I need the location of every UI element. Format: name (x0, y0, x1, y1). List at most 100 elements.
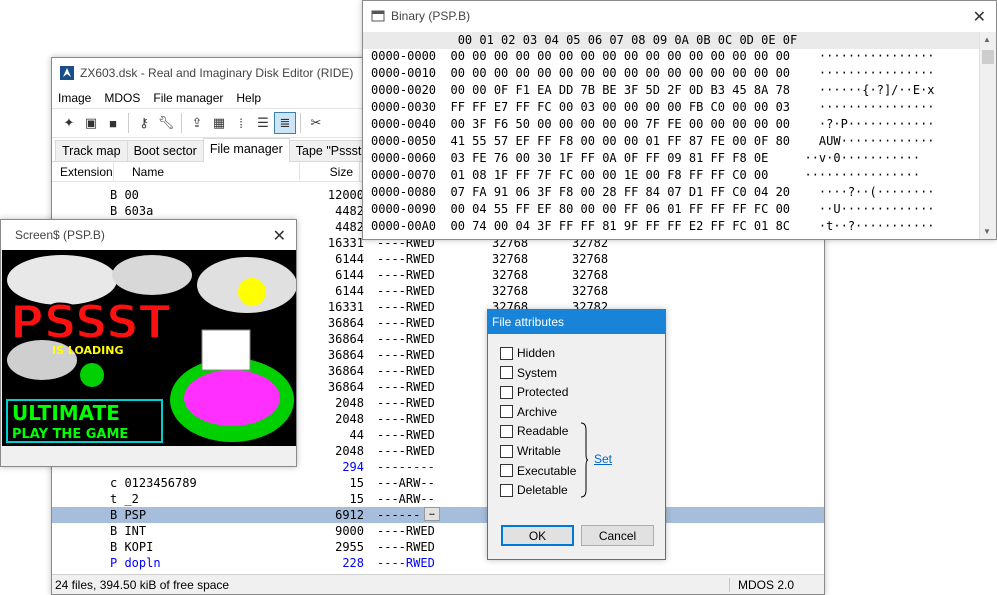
new-image-icon[interactable]: ✦ (58, 112, 80, 134)
menu-mdos[interactable]: MDOS (104, 91, 140, 105)
checkbox-box[interactable] (500, 385, 513, 399)
file-attributes: ----RWED (377, 396, 435, 410)
file-name: P dopln (110, 556, 161, 570)
toolbar-separator (181, 113, 182, 133)
file-size: 36864 (327, 316, 364, 330)
column-size[interactable]: Size (300, 162, 360, 181)
file-param-a: 32768 (492, 268, 529, 282)
binary-window-title: Binary (PSP.B) (391, 9, 471, 23)
close-icon[interactable]: ✕ (273, 226, 286, 246)
file-attributes: ---ARW-- (377, 476, 435, 490)
checkbox-label: Readable (517, 424, 569, 439)
checkbox-deletable[interactable]: Deletable (500, 483, 568, 497)
ok-button[interactable]: OK (501, 525, 574, 546)
file-size: 294 (342, 460, 364, 474)
binary-window: Binary (PSP.B) ✕ 00 01 02 03 04 05 06 07… (362, 0, 997, 240)
checkbox-system[interactable]: System (500, 366, 557, 380)
edit-attributes-button[interactable]: … (424, 507, 440, 521)
file-size: 36864 (327, 348, 364, 362)
hex-row[interactable]: 0000-0060 03 FE 76 00 30 1F FF 0A 0F FF … (363, 150, 981, 167)
hex-row[interactable]: 0000-0030 FF FF E7 FF FC 00 03 00 00 00 … (363, 99, 981, 116)
file-attributes: ----RWED (377, 364, 435, 378)
column-extension[interactable]: Extension (52, 162, 114, 181)
checkbox-readable[interactable]: Readable (500, 424, 568, 438)
checkbox-box[interactable] (500, 405, 513, 419)
cancel-button[interactable]: Cancel (581, 525, 654, 546)
checkbox-box[interactable] (500, 424, 513, 438)
table-row[interactable]: c 0123456789 15 ---ARW-- (52, 475, 824, 491)
file-size: 2048 (335, 412, 364, 426)
scroll-down-icon[interactable]: ▼ (983, 227, 991, 236)
hex-row[interactable]: 0000-0040 00 3F F6 50 00 00 00 00 00 7F … (363, 116, 981, 133)
set-link[interactable]: Set (594, 452, 612, 466)
checkbox-box[interactable] (500, 464, 513, 478)
save-icon[interactable]: ■ (102, 112, 124, 134)
close-icon[interactable]: ✕ (973, 7, 986, 27)
screen-titlebar[interactable]: Screen$ (PSP.B) ✕ (1, 220, 296, 263)
vertical-scrollbar[interactable]: ▲ ▼ (979, 32, 996, 239)
table-row[interactable]: B PSP 6912 ------… (52, 507, 824, 523)
file-attributes: ----RWED (377, 316, 435, 330)
checkbox-writable[interactable]: Writable (500, 444, 561, 458)
file-size: 228 (342, 556, 364, 570)
table-row[interactable]: P dopln 228 ----RWED (52, 555, 824, 571)
checkbox-protected[interactable]: Protected (500, 385, 568, 399)
checkbox-box[interactable] (500, 483, 513, 497)
checkbox-box[interactable] (500, 346, 513, 360)
hex-view[interactable]: 0000-0000 00 00 00 00 00 00 00 00 00 00 … (363, 48, 981, 235)
menu-help[interactable]: Help (236, 91, 261, 105)
hex-row[interactable]: 0000-0090 00 04 55 FF EF 80 00 00 FF 06 … (363, 201, 981, 218)
hex-row[interactable]: 0000-0080 07 FA 91 06 3F F8 00 28 FF 84 … (363, 184, 981, 201)
file-attributes: ----RWED (377, 556, 435, 570)
tab-file-manager[interactable]: File manager (202, 138, 290, 162)
checkbox-label: Archive (517, 404, 558, 419)
checkbox-label: System (517, 365, 558, 380)
file-param-a: 32768 (492, 284, 529, 298)
file-attributes: ----RWED (377, 444, 435, 458)
menu-file-manager[interactable]: File manager (153, 91, 223, 105)
file-size: 4482 (335, 204, 364, 218)
binary-titlebar[interactable]: Binary (PSP.B) ✕ (363, 1, 996, 31)
checkbox-box[interactable] (500, 366, 513, 380)
file-name: B INT (110, 524, 147, 538)
hex-row[interactable]: 0000-0020 00 00 0F F1 EA DD 7B BE 3F 5D … (363, 82, 981, 99)
checkbox-executable[interactable]: Executable (500, 464, 576, 478)
view-small-icons-icon[interactable]: ⁞ (230, 112, 252, 134)
tab-track-map[interactable]: Track map (55, 140, 128, 161)
checkbox-archive[interactable]: Archive (500, 405, 557, 419)
cut-icon[interactable]: ✂ (305, 112, 327, 134)
dialog-title: File attributes (488, 310, 665, 334)
scroll-up-icon[interactable]: ▲ (983, 35, 991, 44)
hex-row[interactable]: 0000-00A0 00 74 00 04 3F FF FF 81 9F FF … (363, 218, 981, 235)
statusbar: 24 files, 394.50 kiB of free space MDOS … (52, 574, 824, 594)
file-param-b: 32768 (572, 284, 609, 298)
view-details-icon[interactable]: ≣ (274, 112, 296, 134)
hex-row[interactable]: 0000-0070 01 08 1F FF 7F FC 00 00 1E 00 … (363, 167, 981, 184)
checkbox-box[interactable] (500, 444, 513, 458)
loading-screen-image: PSSST IS LOADING ULTIMATE PLAY THE GAME (2, 250, 296, 446)
scrollbar-thumb[interactable] (982, 50, 994, 64)
wrench-icon[interactable]: 🔧︎ (155, 112, 177, 134)
view-large-icons-icon[interactable]: ▦ (208, 112, 230, 134)
view-list-icon[interactable]: ☰ (252, 112, 274, 134)
checkbox-label: Hidden (517, 346, 556, 360)
table-row[interactable]: B INT 9000 ----RWED (52, 523, 824, 539)
export-icon[interactable]: ⇪ (186, 112, 208, 134)
file-attributes: ----RWED (377, 524, 435, 538)
file-size: 2048 (335, 396, 364, 410)
hex-row[interactable]: 0000-0010 00 00 00 00 00 00 00 00 00 00 … (363, 65, 981, 82)
tab-boot-sector[interactable]: Boot sector (126, 140, 204, 161)
checkbox-hidden[interactable]: Hidden (500, 346, 555, 360)
file-size: 15 (349, 476, 364, 490)
table-row[interactable]: B KOPI 2955 ----RWED (52, 539, 824, 555)
key-icon[interactable]: ⚷ (133, 112, 155, 134)
hex-row[interactable]: 0000-0050 41 55 57 EF FF F8 00 00 00 01 … (363, 133, 981, 150)
file-name: B 00 (110, 188, 139, 202)
file-attributes: ----RWED (377, 428, 435, 442)
open-image-icon[interactable]: ▣ (80, 112, 102, 134)
file-attributes: ----RWED (377, 348, 435, 362)
table-row[interactable]: t _2 15 ---ARW-- (52, 491, 824, 507)
column-name[interactable]: Name (114, 162, 300, 181)
menu-image[interactable]: Image (58, 91, 91, 105)
hex-row[interactable]: 0000-0000 00 00 00 00 00 00 00 00 00 00 … (363, 48, 981, 65)
